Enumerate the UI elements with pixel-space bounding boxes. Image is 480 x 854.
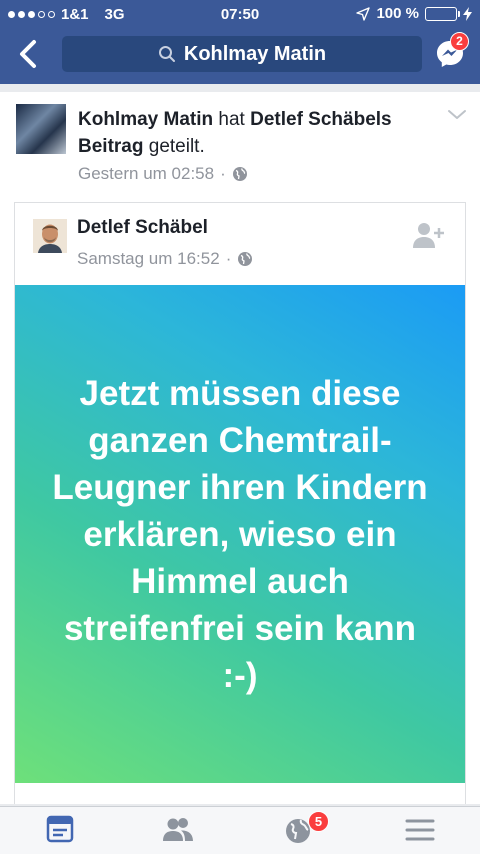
post-background-banner[interactable]: Jetzt müssen diese ganzen Chemtrail-Leug… xyxy=(15,285,465,783)
globe-icon xyxy=(232,167,247,181)
post-text: Jetzt müssen diese ganzen Chemtrail-Leug… xyxy=(52,373,428,695)
share-timestamp[interactable]: Gestern um 02:58 xyxy=(78,164,214,184)
author-avatar[interactable] xyxy=(33,219,67,253)
shared-post: Detlef Schäbel Samstag um 16:52 · Jetzt … xyxy=(14,202,466,804)
tab-menu[interactable] xyxy=(402,813,438,847)
globe-icon xyxy=(238,252,253,266)
tab-friends[interactable] xyxy=(160,813,196,847)
post-author-name[interactable]: Detlef Schäbel xyxy=(77,217,208,239)
share-action: geteilt. xyxy=(148,136,205,157)
messenger-button[interactable]: 2 xyxy=(434,32,469,70)
meta-separator: · xyxy=(225,249,232,268)
share-headline: Kohlmay Matin hat Detlef Schäbels Beitra… xyxy=(78,106,398,160)
feed-story: Kohlmay Matin hat Detlef Schäbels Beitra… xyxy=(0,92,480,804)
share-meta: Gestern um 02:58 · xyxy=(78,164,248,184)
tab-notifications[interactable]: 5 xyxy=(282,811,329,847)
status-right: 100 % xyxy=(356,5,472,22)
post-timestamp[interactable]: Samstag um 16:52 xyxy=(77,249,220,269)
search-icon xyxy=(158,46,175,62)
original-author-link[interactable]: Detlef Schäbels xyxy=(250,109,392,130)
location-arrow-icon xyxy=(356,6,371,21)
search-input[interactable]: Kohlmay Matin xyxy=(62,36,422,72)
author-portrait xyxy=(33,219,67,253)
search-query: Kohlmay Matin xyxy=(183,42,327,65)
battery-percent: 100 % xyxy=(376,5,419,22)
battery-icon xyxy=(425,6,460,21)
sharer-avatar[interactable] xyxy=(16,104,66,154)
status-bar: 1&1 3G 07:50 100 % xyxy=(0,0,480,28)
charging-bolt-icon xyxy=(463,6,472,21)
share-verb: hat xyxy=(218,109,245,130)
notifications-badge: 5 xyxy=(308,811,329,832)
tab-news-feed[interactable] xyxy=(42,813,78,847)
top-header: 1&1 3G 07:50 100 % Kohlmay Matin 2 xyxy=(0,0,480,84)
back-button[interactable] xyxy=(14,36,44,72)
messenger-badge: 2 xyxy=(450,32,469,51)
post-meta: Samstag um 16:52 · xyxy=(77,249,253,269)
bottom-tab-bar: 5 xyxy=(0,806,480,854)
post-link[interactable]: Beitrag xyxy=(78,136,143,157)
sharer-name-link[interactable]: Kohlmay Matin xyxy=(78,109,213,130)
add-friend-icon[interactable] xyxy=(411,221,445,251)
chevron-down-icon[interactable] xyxy=(446,108,468,122)
meta-separator: · xyxy=(220,164,226,183)
